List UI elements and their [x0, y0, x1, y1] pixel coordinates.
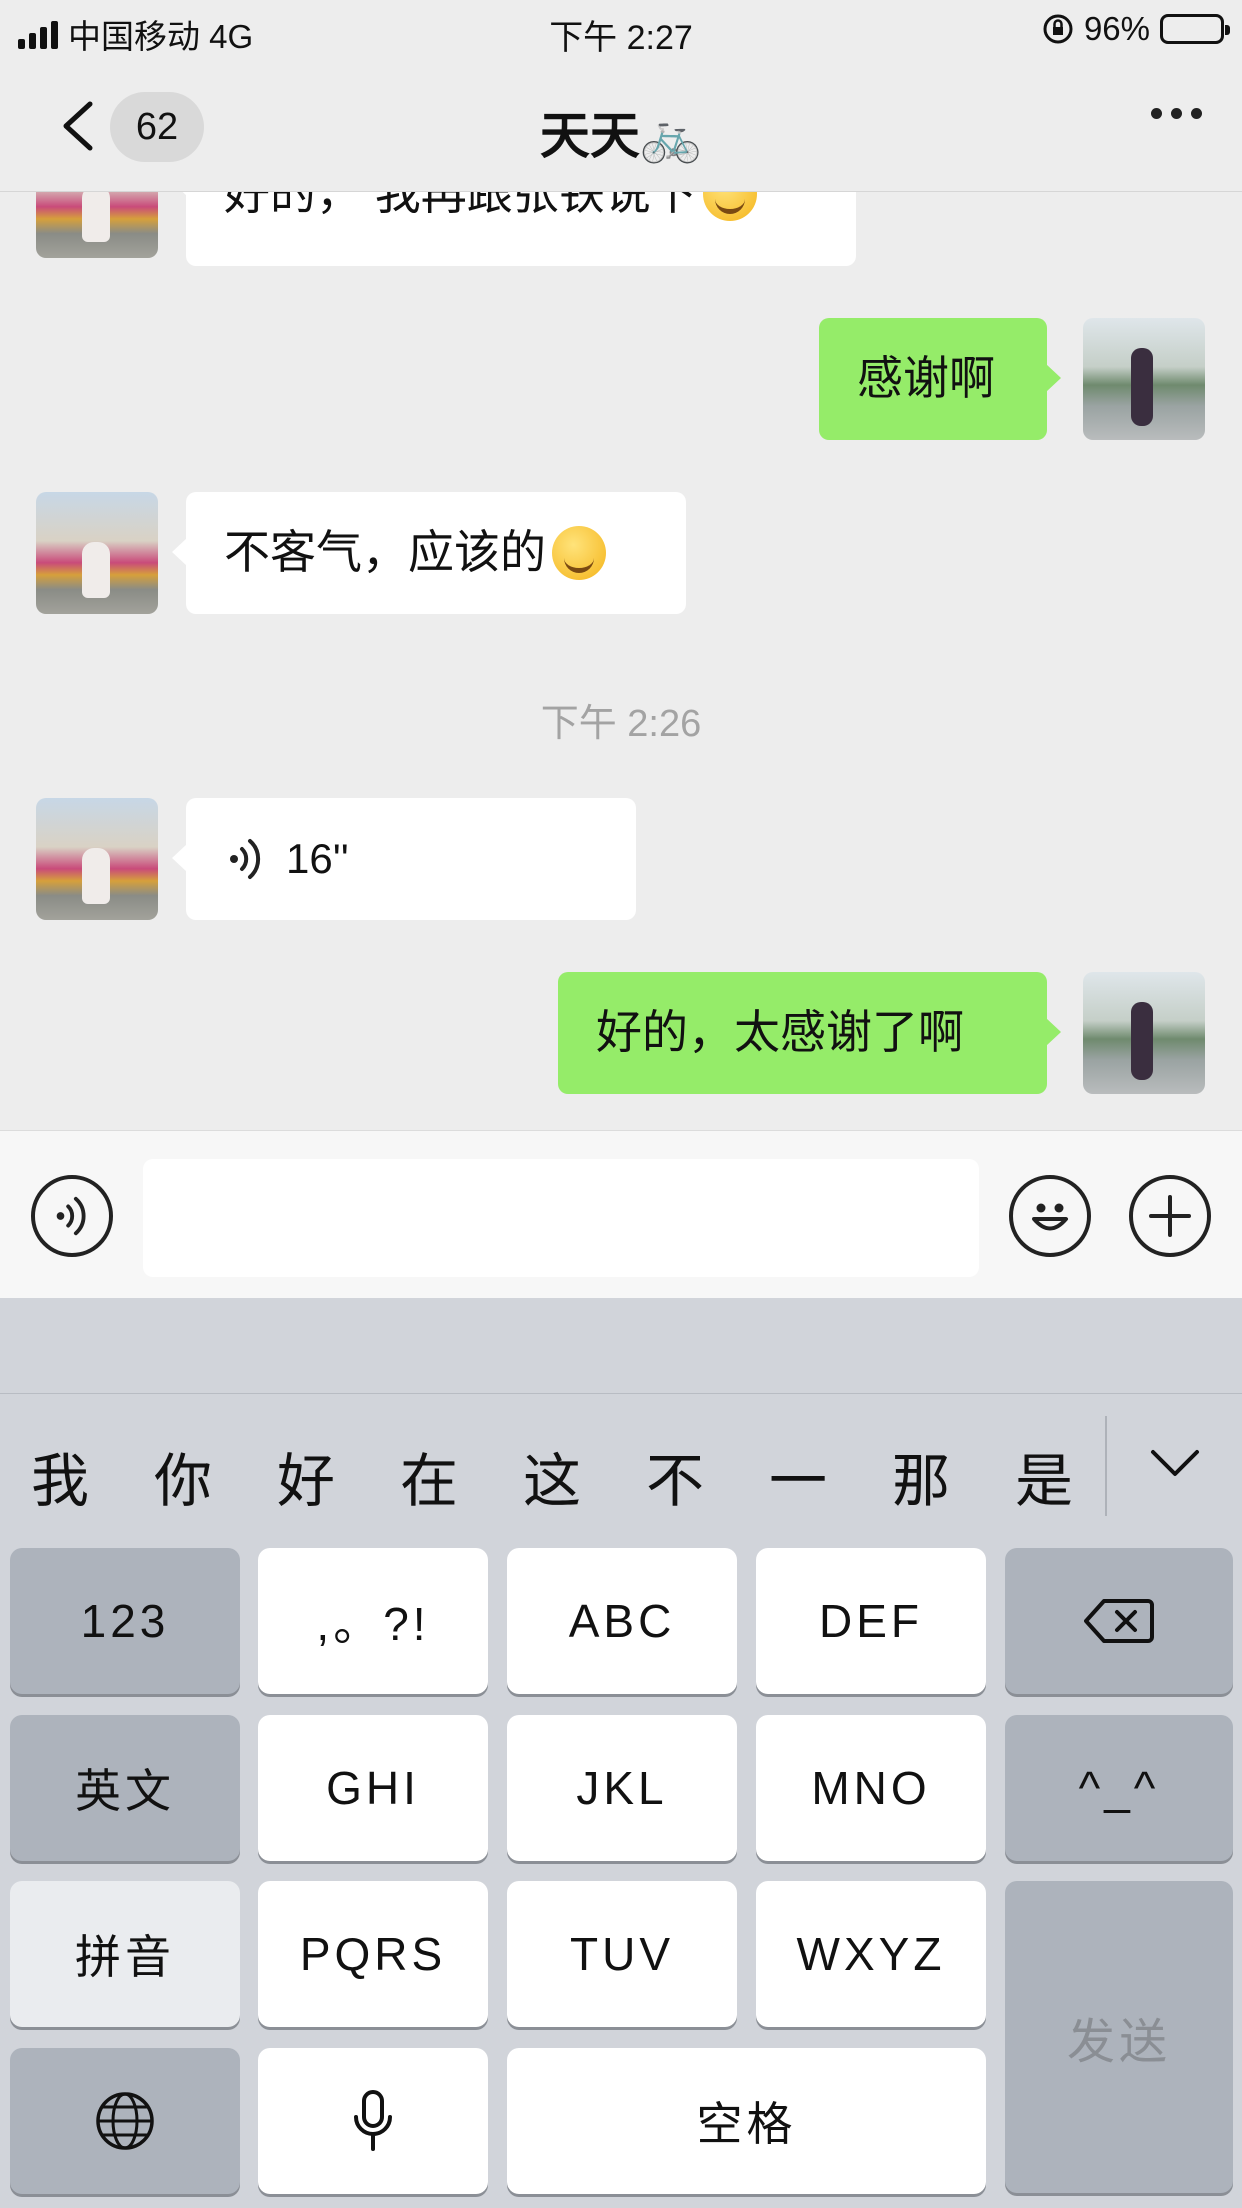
key-wxyz[interactable]: WXYZ	[756, 1881, 986, 2027]
emoji-button[interactable]	[1009, 1175, 1091, 1257]
candidate-divider	[1105, 1416, 1107, 1516]
message-list[interactable]: 好的， 我再跟张铁说下 感谢啊 不客气，应该的 下午 2:26 16'' 好的，…	[0, 192, 1242, 1130]
key-english[interactable]: 英文	[10, 1715, 240, 1861]
candidate-item[interactable]: 你	[143, 1434, 223, 1518]
grinning-face-icon	[552, 526, 606, 580]
key-tuv[interactable]: TUV	[507, 1881, 737, 2027]
my-avatar[interactable]	[1083, 972, 1205, 1094]
key-space[interactable]: 空格	[507, 2048, 986, 2194]
keyboard-top-strip	[0, 1298, 1242, 1394]
message-text: 好的，太感谢了啊	[596, 1006, 964, 1059]
voice-input-button[interactable]	[31, 1175, 113, 1257]
key-pinyin[interactable]: 拼音	[10, 1881, 240, 2027]
key-mno[interactable]: MNO	[756, 1715, 986, 1861]
key-emoticon[interactable]: ^_^	[1005, 1715, 1233, 1861]
smiling-face-icon	[702, 192, 757, 221]
microphone-icon	[354, 2090, 392, 2151]
key-globe[interactable]	[10, 2048, 240, 2194]
voice-wave-icon	[230, 839, 261, 879]
key-def[interactable]: DEF	[756, 1548, 986, 1694]
voice-wave-icon	[56, 1196, 86, 1236]
candidate-item[interactable]: 这	[512, 1434, 592, 1518]
send-button[interactable]: 发送	[1005, 1881, 1233, 2193]
contact-avatar[interactable]	[36, 492, 158, 614]
candidate-item[interactable]: 是	[1004, 1434, 1084, 1518]
message-input[interactable]	[143, 1159, 979, 1277]
message-text: 感谢啊	[857, 352, 995, 405]
candidate-item[interactable]: 一	[758, 1434, 838, 1518]
candidate-item[interactable]: 不	[635, 1434, 715, 1518]
smiley-icon	[1032, 1203, 1068, 1231]
candidate-item[interactable]: 我	[20, 1434, 100, 1518]
contact-avatar[interactable]	[36, 798, 158, 920]
message-timestamp: 下午 2:26	[540, 703, 702, 745]
more-options-icon[interactable]	[1151, 108, 1202, 119]
message-bubble[interactable]: 感谢啊	[819, 318, 1061, 440]
candidate-item[interactable]: 好	[266, 1434, 346, 1518]
key-ghi[interactable]: GHI	[258, 1715, 488, 1861]
message-bubble[interactable]: 好的，太感谢了啊	[558, 972, 1061, 1094]
chat-header: 62 天天🚲	[0, 60, 1242, 192]
chevron-down-icon[interactable]	[1145, 1444, 1205, 1484]
voice-message-bubble[interactable]: 16''	[172, 798, 636, 920]
input-bar	[0, 1130, 1242, 1298]
chat-title: 天天🚲	[539, 108, 703, 164]
message-bubble[interactable]: 不客气，应该的	[172, 492, 686, 614]
voice-duration: 16''	[286, 834, 349, 882]
message-text: 好的， 我再跟张铁说下	[224, 192, 697, 220]
key-123[interactable]: 123	[10, 1548, 240, 1694]
key-punctuation[interactable]: ,。?!	[258, 1548, 488, 1694]
status-bar: 中国移动 4G 下午 2:27 96%	[0, 0, 1242, 60]
message-text: 不客气，应该的	[224, 526, 546, 579]
key-jkl[interactable]: JKL	[507, 1715, 737, 1861]
globe-icon	[96, 2092, 154, 2150]
pinyin-keyboard: 我 你 好 在 这 不 一 那 是 123 ,。?! ABC DEF 英文 GH…	[0, 1298, 1242, 2208]
contact-avatar[interactable]	[36, 192, 158, 258]
key-abc[interactable]: ABC	[507, 1548, 737, 1694]
my-avatar[interactable]	[1083, 318, 1205, 440]
key-backspace[interactable]	[1005, 1548, 1233, 1694]
candidate-item[interactable]: 那	[881, 1434, 961, 1518]
battery-icon	[1160, 14, 1230, 44]
battery-percent: 96%	[1083, 10, 1150, 47]
orientation-lock-icon	[1043, 14, 1073, 44]
plus-icon	[1149, 1195, 1191, 1237]
key-pqrs[interactable]: PQRS	[258, 1881, 488, 2027]
candidate-item[interactable]: 在	[389, 1434, 469, 1518]
key-dictation[interactable]	[258, 2048, 488, 2194]
message-bubble[interactable]: 好的， 我再跟张铁说下	[172, 192, 856, 266]
more-functions-button[interactable]	[1129, 1175, 1211, 1257]
candidate-bar: 我 你 好 在 这 不 一 那 是	[0, 1394, 1242, 1544]
backspace-icon	[1084, 1599, 1154, 1643]
